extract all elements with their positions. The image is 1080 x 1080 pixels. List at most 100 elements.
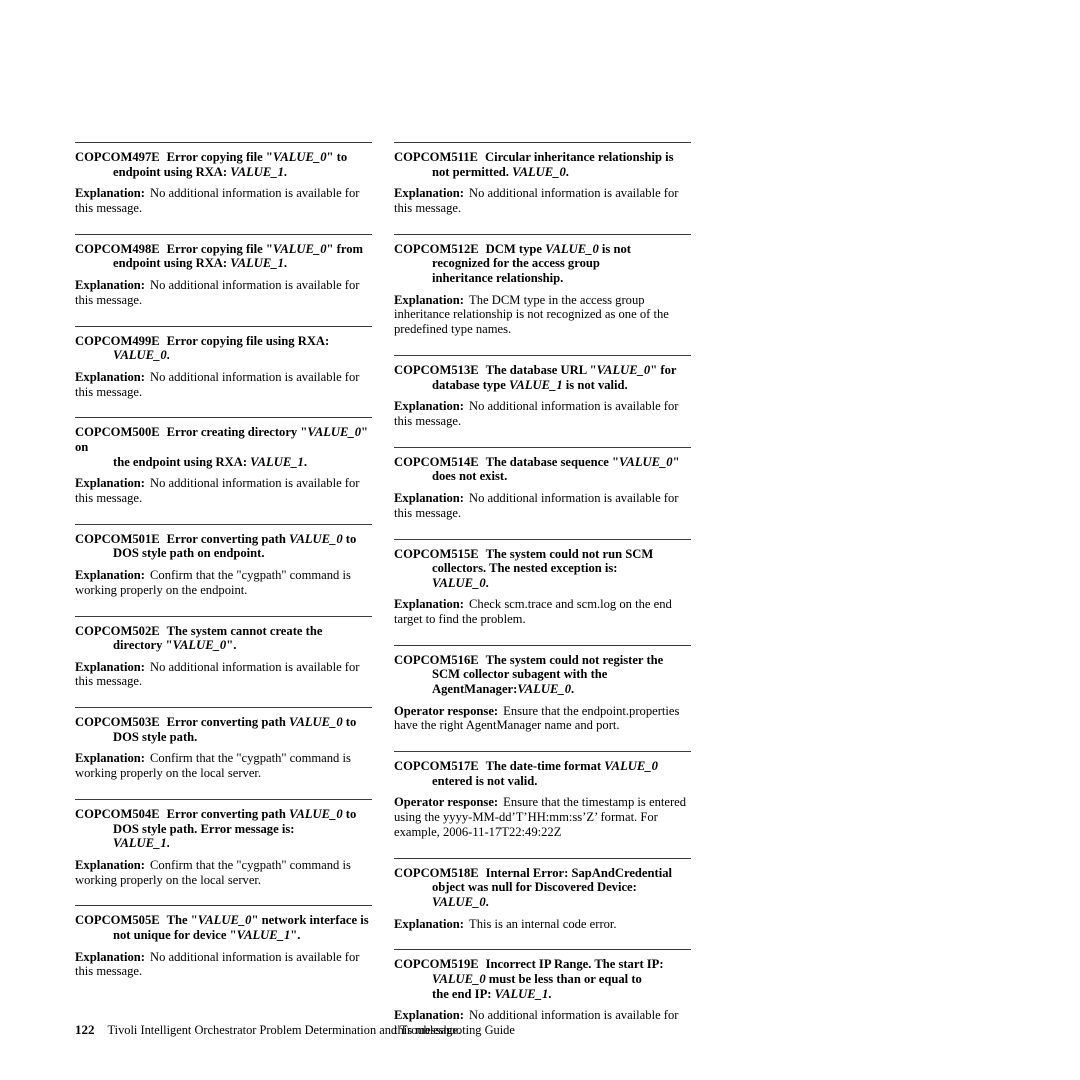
message-continuation-line: not permitted. VALUE_0. bbox=[394, 165, 691, 180]
body-label: Explanation: bbox=[75, 277, 145, 292]
message-heading: COPCOM504E Error converting path VALUE_0 … bbox=[75, 807, 372, 851]
value-placeholder: VALUE_0 bbox=[272, 150, 327, 164]
message-continuation-line: the endpoint using RXA: VALUE_1. bbox=[75, 455, 372, 470]
message-continuation-line: DOS style path. Error message is: bbox=[75, 822, 372, 837]
section-divider bbox=[394, 857, 691, 859]
message-body: Explanation: No additional information is… bbox=[75, 950, 372, 980]
message-text-run: Error converting path bbox=[166, 807, 289, 822]
message-text-run: " network interface is bbox=[251, 913, 369, 928]
section-divider bbox=[394, 949, 691, 951]
message-text-run: collectors. The nested exception is: bbox=[432, 561, 618, 576]
left-column: COPCOM497E Error copying file "VALUE_0" t… bbox=[75, 142, 372, 979]
section-divider bbox=[394, 538, 691, 540]
section-divider bbox=[75, 233, 372, 235]
document-page: COPCOM497E Error copying file "VALUE_0" t… bbox=[0, 0, 1080, 1080]
body-label: Explanation: bbox=[394, 597, 464, 612]
message-body: Operator response: Ensure that the endpoi… bbox=[394, 704, 691, 734]
message-text-run: . bbox=[571, 682, 575, 697]
message-text-run: . bbox=[485, 895, 489, 910]
value-placeholder: VALUE_0 bbox=[604, 759, 658, 774]
message-entry: COPCOM498E Error copying file "VALUE_0" f… bbox=[75, 233, 372, 308]
message-text-run: DOS style path. bbox=[113, 729, 198, 744]
message-entry: COPCOM497E Error copying file "VALUE_0" t… bbox=[75, 142, 372, 216]
message-body: Explanation: No additional information is… bbox=[75, 278, 372, 308]
message-text-run: AgentManager: bbox=[432, 682, 518, 697]
message-entry: COPCOM514E The database sequence "VALUE_0… bbox=[394, 446, 691, 521]
message-entry: COPCOM518E Internal Error: SapAndCredenti… bbox=[394, 857, 691, 932]
section-divider bbox=[75, 707, 372, 709]
message-text-run: The system could not register the bbox=[485, 652, 664, 667]
message-continuation-line: the end IP: VALUE_1. bbox=[394, 987, 691, 1002]
message-first-line: COPCOM519E Incorrect IP Range. The start … bbox=[394, 957, 691, 972]
message-first-line: COPCOM500E Error creating directory "VALU… bbox=[75, 425, 372, 454]
message-body: Explanation: Confirm that the "cygpath" c… bbox=[75, 751, 372, 781]
message-first-line: COPCOM515E The system could not run SCM bbox=[394, 547, 691, 562]
message-text-run: . bbox=[166, 836, 170, 851]
section-divider bbox=[394, 354, 691, 356]
message-continuation-line: DOS style path on endpoint. bbox=[75, 546, 372, 561]
message-first-line: COPCOM497E Error copying file "VALUE_0" t… bbox=[75, 150, 372, 165]
page-footer: 122 Tivoli Intelligent Orchestrator Prob… bbox=[75, 1022, 515, 1038]
message-continuation-line: directory "VALUE_0". bbox=[75, 638, 372, 653]
value-placeholder: VALUE_0 bbox=[596, 362, 651, 377]
message-body: Explanation: No additional information is… bbox=[75, 186, 372, 216]
message-body: Explanation: No additional information is… bbox=[394, 186, 691, 216]
body-label: Explanation: bbox=[75, 186, 145, 201]
message-heading: COPCOM498E Error copying file "VALUE_0" f… bbox=[75, 242, 372, 271]
value-placeholder: VALUE_1 bbox=[236, 928, 291, 943]
message-body: Explanation: No additional information is… bbox=[75, 370, 372, 400]
message-text-run: " to bbox=[326, 150, 348, 164]
message-entry: COPCOM502E The system cannot create the di… bbox=[75, 615, 372, 690]
body-label: Explanation: bbox=[75, 857, 145, 872]
message-id: COPCOM513E bbox=[394, 362, 479, 377]
message-text-run: Error copying file " bbox=[166, 241, 273, 256]
message-first-line: COPCOM518E Internal Error: SapAndCredenti… bbox=[394, 866, 691, 881]
value-placeholder: VALUE_0 bbox=[288, 807, 343, 822]
message-heading: COPCOM515E The system could not run SCM co… bbox=[394, 547, 691, 591]
message-text-run: inheritance relationship. bbox=[432, 270, 564, 285]
message-continuation-line: VALUE_0. bbox=[75, 348, 372, 363]
message-continuation-line: collectors. The nested exception is: bbox=[394, 561, 691, 576]
section-divider bbox=[75, 325, 372, 327]
message-entry: COPCOM503E Error converting path VALUE_0 … bbox=[75, 707, 372, 781]
message-heading: COPCOM513E The database URL "VALUE_0" for… bbox=[394, 363, 691, 392]
message-text-run: to bbox=[342, 715, 357, 730]
message-continuation-line: not unique for device "VALUE_1". bbox=[75, 928, 372, 943]
message-id: COPCOM516E bbox=[394, 652, 479, 667]
section-divider bbox=[394, 233, 691, 235]
message-entry: COPCOM512E DCM type VALUE_0 is not recogni… bbox=[394, 233, 691, 337]
message-text-run: The date-time format bbox=[485, 759, 605, 774]
value-placeholder: VALUE_0 bbox=[432, 895, 486, 910]
message-entry: COPCOM504E Error converting path VALUE_0 … bbox=[75, 799, 372, 887]
message-body: Explanation: The DCM type in the access g… bbox=[394, 293, 691, 337]
message-continuation-line: endpoint using RXA: VALUE_1. bbox=[75, 165, 372, 180]
message-text-run: does not exist. bbox=[432, 469, 508, 484]
message-text-run: must be less than or equal to bbox=[485, 972, 642, 987]
value-placeholder: VALUE_0 bbox=[432, 972, 486, 987]
message-heading: COPCOM511E Circular inheritance relations… bbox=[394, 150, 691, 179]
message-entry: COPCOM500E Error creating directory "VALU… bbox=[75, 417, 372, 505]
value-placeholder: VALUE_0 bbox=[432, 575, 486, 590]
message-id: COPCOM503E bbox=[75, 715, 160, 730]
message-entry: COPCOM501E Error converting path VALUE_0 … bbox=[75, 523, 372, 598]
message-continuation-line: recognized for the access group bbox=[394, 256, 691, 271]
message-text-run: . bbox=[283, 256, 288, 271]
message-heading: COPCOM502E The system cannot create the di… bbox=[75, 624, 372, 653]
section-divider bbox=[75, 142, 372, 143]
value-placeholder: VALUE_0 bbox=[272, 241, 327, 256]
message-body: Explanation: No additional information is… bbox=[394, 399, 691, 429]
message-heading: COPCOM512E DCM type VALUE_0 is not recogni… bbox=[394, 242, 691, 286]
message-text-run: the end IP: bbox=[432, 986, 495, 1001]
message-heading: COPCOM514E The database sequence "VALUE_0… bbox=[394, 455, 691, 484]
message-body: Operator response: Ensure that the timest… bbox=[394, 795, 691, 839]
value-placeholder: VALUE_0 bbox=[512, 164, 566, 179]
message-text-run: Circular inheritance relationship is bbox=[484, 150, 674, 164]
body-label: Explanation: bbox=[394, 292, 464, 307]
body-label: Explanation: bbox=[75, 659, 145, 674]
message-first-line: COPCOM513E The database URL "VALUE_0" for bbox=[394, 363, 691, 378]
message-text-run: Error converting path bbox=[166, 531, 289, 546]
body-label: Explanation: bbox=[394, 399, 464, 414]
message-text-run: directory " bbox=[113, 638, 173, 653]
message-continuation-line: VALUE_1. bbox=[75, 836, 372, 851]
message-text-run: DOS style path on endpoint. bbox=[113, 546, 265, 561]
